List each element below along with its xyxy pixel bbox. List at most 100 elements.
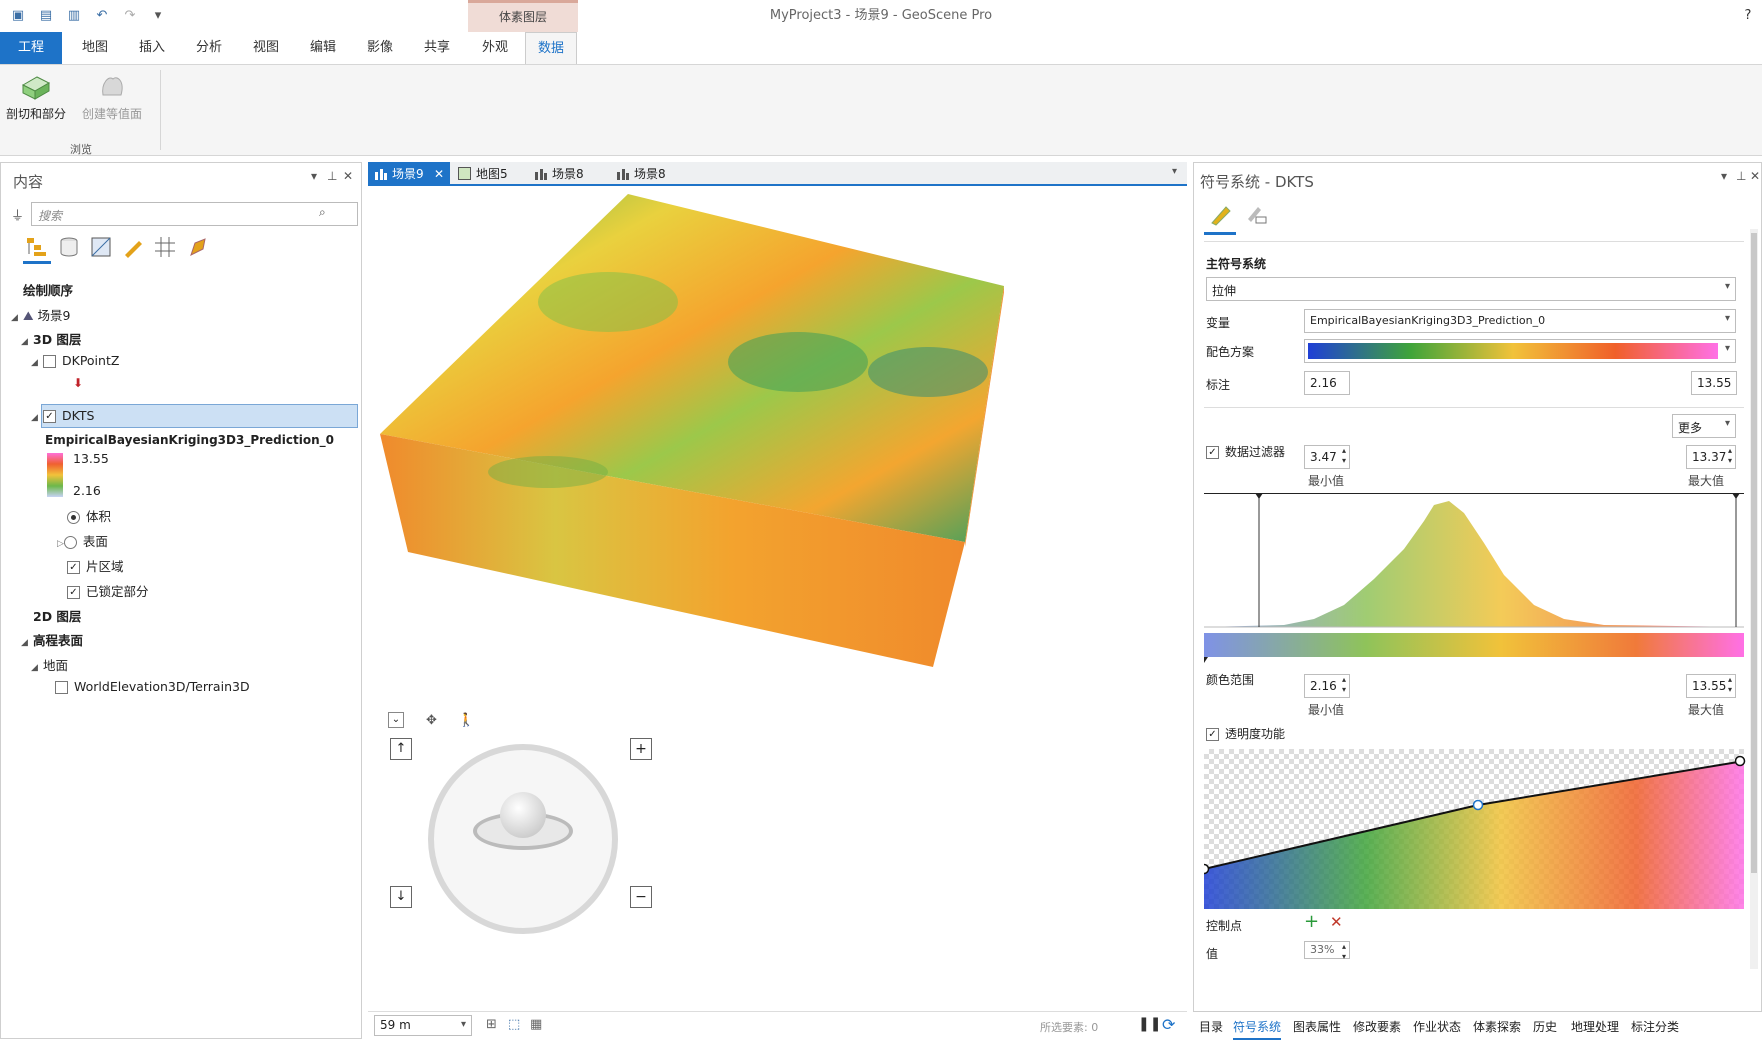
- tab-map[interactable]: 地图: [70, 32, 120, 64]
- more-button[interactable]: 更多: [1672, 414, 1736, 438]
- tab-analysis[interactable]: 分析: [184, 32, 234, 64]
- collapse-icon[interactable]: ◢: [21, 638, 33, 648]
- surface-radio[interactable]: [63, 536, 77, 549]
- tab-appearance[interactable]: 外观: [469, 32, 521, 64]
- tab-edit[interactable]: 编辑: [298, 32, 348, 64]
- visibility-checkbox[interactable]: ✓: [43, 410, 56, 423]
- volume-option[interactable]: 体积: [67, 506, 111, 525]
- search-icon[interactable]: ⌕: [319, 205, 326, 220]
- pause-icon[interactable]: ❚❚: [1138, 1016, 1161, 1032]
- table-icon[interactable]: ▦: [530, 1017, 542, 1032]
- transparency-checkbox[interactable]: ✓: [1206, 728, 1219, 741]
- undo-icon[interactable]: ↶: [94, 8, 110, 24]
- tab-scene9[interactable]: 场景9 ✕: [368, 162, 450, 186]
- transparency-curve[interactable]: [1204, 749, 1749, 909]
- volume-radio[interactable]: [67, 511, 80, 524]
- tab-voxel-explore[interactable]: 体素探索: [1473, 1018, 1521, 1035]
- pin-icon[interactable]: ⊥: [327, 169, 337, 183]
- collapse-icon[interactable]: ◢: [11, 313, 23, 323]
- collapse-icon[interactable]: ◢: [21, 337, 33, 347]
- redo-icon[interactable]: ↷: [122, 8, 138, 24]
- tab-symbology[interactable]: 符号系统: [1233, 1018, 1282, 1040]
- filter-icon[interactable]: ⏚: [11, 205, 24, 224]
- expand-icon[interactable]: ▷: [57, 539, 64, 549]
- search-input[interactable]: 搜索: [31, 202, 358, 226]
- surface-option[interactable]: ▷ 表面: [57, 531, 108, 550]
- tab-imagery[interactable]: 影像: [355, 32, 405, 64]
- transparency-option[interactable]: ✓ 透明度功能: [1206, 725, 1285, 742]
- tab-share[interactable]: 共享: [412, 32, 462, 64]
- tab-geoprocessing[interactable]: 地理处理: [1571, 1018, 1619, 1035]
- grid-icon[interactable]: ⊞: [486, 1017, 497, 1032]
- tab-list-icon[interactable]: ▾: [1172, 166, 1177, 177]
- elevation-node[interactable]: ◢ 高程表面: [21, 630, 83, 649]
- pin-icon[interactable]: ⊥: [1736, 169, 1746, 183]
- walk-mode-icon[interactable]: 🚶: [458, 713, 474, 728]
- tab-history[interactable]: 历史: [1533, 1018, 1557, 1035]
- label-min-input[interactable]: 2.16: [1304, 371, 1350, 395]
- layer-dkpointz[interactable]: ◢ DKPointZ: [31, 353, 119, 368]
- tab-catalog[interactable]: 目录: [1199, 1018, 1223, 1035]
- tab-view[interactable]: 视图: [241, 32, 291, 64]
- primary-symbology-icon[interactable]: [1208, 203, 1232, 227]
- remove-point-icon[interactable]: ✕: [1330, 913, 1343, 931]
- zoom-in-button[interactable]: +: [630, 738, 652, 760]
- sections-checkbox[interactable]: ✓: [67, 561, 80, 574]
- customize-icon[interactable]: ▾: [150, 8, 166, 24]
- scale-selector[interactable]: 59 m: [374, 1015, 472, 1036]
- locked-sections-option[interactable]: ✓ 已锁定部分: [67, 581, 149, 600]
- label-max-input[interactable]: 13.55: [1691, 371, 1737, 395]
- add-point-icon[interactable]: +: [1304, 911, 1319, 932]
- variable-dropdown[interactable]: EmpiricalBayesianKriging3D3_Prediction_0: [1304, 309, 1736, 333]
- zoom-out-button[interactable]: −: [630, 886, 652, 908]
- collapse-icon[interactable]: ◢: [31, 413, 43, 423]
- range-min-input[interactable]: 2.16: [1304, 674, 1350, 698]
- value-input[interactable]: 33%: [1304, 941, 1350, 962]
- section-button[interactable]: 剖切和部分: [4, 71, 68, 122]
- color-scheme-dropdown[interactable]: [1304, 339, 1736, 363]
- selection-icon[interactable]: [89, 235, 113, 259]
- collapse-icon[interactable]: ◢: [31, 358, 43, 368]
- layer-dkts[interactable]: ◢ ✓ DKTS: [31, 408, 94, 423]
- tab-chart-properties[interactable]: 图表属性: [1293, 1018, 1341, 1035]
- close-icon[interactable]: ✕: [1750, 169, 1760, 183]
- select-icon[interactable]: ⬚: [508, 1017, 520, 1032]
- help-icon[interactable]: ?: [1740, 8, 1756, 24]
- data-filter-checkbox[interactable]: ✓: [1206, 446, 1219, 459]
- collapse-icon[interactable]: ◢: [31, 663, 43, 673]
- new-project-icon[interactable]: ▣: [10, 8, 26, 24]
- tab-scene8-b[interactable]: 场景8: [610, 162, 682, 186]
- open-icon[interactable]: ▤: [38, 8, 54, 24]
- tab-label-classes[interactable]: 标注分类: [1631, 1018, 1679, 1035]
- method-dropdown[interactable]: 拉伸: [1206, 277, 1736, 301]
- layers-3d-node[interactable]: ◢ 3D 图层: [21, 329, 81, 348]
- filter-max-input[interactable]: 13.37: [1686, 445, 1736, 469]
- tab-job-status[interactable]: 作业状态: [1413, 1018, 1461, 1035]
- drawing-order-icon[interactable]: [25, 235, 49, 259]
- labeling-icon[interactable]: [185, 235, 209, 259]
- refresh-icon[interactable]: ⟳: [1162, 1015, 1175, 1034]
- tilt-down-button[interactable]: ↓: [390, 886, 412, 908]
- filter-min-input[interactable]: 3.47: [1304, 445, 1350, 469]
- scrollbar[interactable]: [1750, 229, 1758, 969]
- tilt-up-button[interactable]: ↑: [390, 738, 412, 760]
- tab-map5[interactable]: 地图5: [452, 162, 524, 186]
- tab-scene8-a[interactable]: 场景8: [528, 162, 600, 186]
- pane-menu-icon[interactable]: ▾: [1721, 169, 1727, 183]
- ground-node[interactable]: ◢ 地面: [31, 655, 68, 674]
- tab-modify-features[interactable]: 修改要素: [1353, 1018, 1401, 1035]
- layers-2d-node[interactable]: 2D 图层: [33, 606, 81, 625]
- elevation-source[interactable]: WorldElevation3D/Terrain3D: [55, 679, 250, 694]
- locked-sections-checkbox[interactable]: ✓: [67, 586, 80, 599]
- editing-icon[interactable]: [121, 235, 145, 259]
- elevation-checkbox[interactable]: [55, 681, 68, 694]
- scene-node[interactable]: ◢ ⛰ 场景9: [11, 305, 70, 324]
- pan-mode-icon[interactable]: ✥: [426, 713, 437, 728]
- data-source-icon[interactable]: [57, 235, 81, 259]
- navigator-globe[interactable]: [500, 792, 546, 838]
- vary-symbology-icon[interactable]: [1244, 203, 1268, 227]
- data-filter-option[interactable]: ✓ 数据过滤器: [1206, 443, 1285, 460]
- save-icon[interactable]: ▥: [66, 8, 82, 24]
- close-icon[interactable]: ✕: [343, 169, 353, 183]
- sections-option[interactable]: ✓ 片区域: [67, 556, 124, 575]
